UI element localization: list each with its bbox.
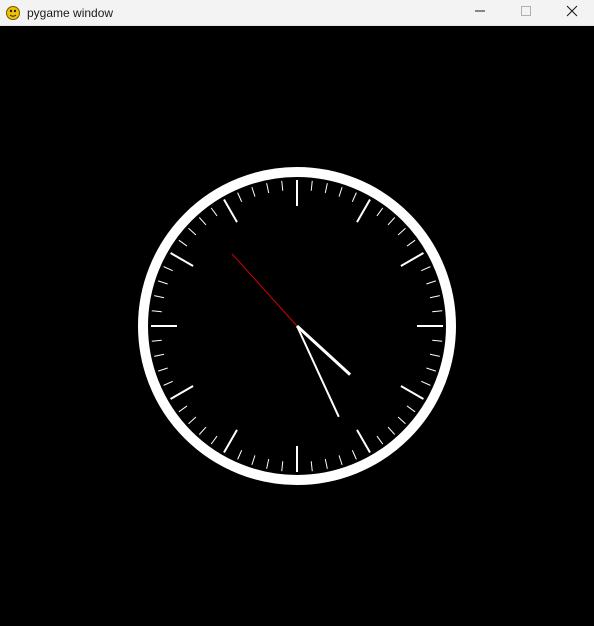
hour-tick (170, 252, 194, 267)
hour-hand (295, 324, 352, 376)
minute-tick (426, 280, 437, 285)
minute-tick (426, 367, 437, 372)
pygame-icon (5, 5, 21, 21)
hour-tick (223, 429, 238, 453)
minute-tick (157, 367, 168, 372)
minute-tick (397, 416, 406, 425)
minute-tick (324, 458, 328, 469)
window-title: pygame window (27, 5, 114, 20)
minute-tick (351, 192, 357, 202)
minimize-button[interactable] (457, 0, 503, 26)
minute-tick (188, 227, 197, 236)
minute-tick (163, 380, 173, 386)
minute-tick (198, 426, 207, 435)
analog-clock (138, 167, 456, 485)
minute-tick (421, 380, 431, 386)
minute-tick (310, 461, 313, 472)
minute-tick (351, 450, 357, 460)
maximize-button[interactable] (503, 0, 549, 26)
window-controls (457, 0, 594, 26)
hour-tick (223, 199, 238, 223)
minute-tick (432, 310, 443, 313)
minute-tick (376, 207, 384, 217)
minute-tick (198, 217, 207, 226)
minute-tick (281, 461, 284, 472)
title-bar[interactable]: pygame window (0, 0, 594, 26)
maximize-icon (520, 4, 532, 22)
minute-tick (151, 339, 162, 342)
minute-tick (397, 227, 406, 236)
minute-tick (266, 458, 270, 469)
hour-tick (356, 429, 371, 453)
minute-tick (421, 266, 431, 272)
minute-tick (266, 183, 270, 194)
minute-tick (406, 405, 416, 413)
minute-tick (237, 450, 243, 460)
minute-tick (163, 266, 173, 272)
game-canvas[interactable] (0, 26, 594, 626)
minute-tick (178, 239, 188, 247)
close-button[interactable] (549, 0, 594, 26)
minimize-icon (474, 4, 486, 22)
minute-tick (251, 186, 256, 197)
minute-tick (338, 186, 343, 197)
minute-tick (432, 339, 443, 342)
minute-tick (154, 295, 165, 299)
minute-tick (376, 435, 384, 445)
hour-tick (356, 199, 371, 223)
pygame-window: pygame window (0, 0, 594, 626)
minute-tick (338, 455, 343, 466)
minute-tick (251, 455, 256, 466)
minute-tick (154, 353, 165, 357)
close-icon (566, 4, 578, 22)
minute-tick (387, 217, 396, 226)
minute-tick (281, 180, 284, 191)
minute-tick (151, 310, 162, 313)
minute-tick (429, 353, 440, 357)
hour-tick (400, 252, 424, 267)
minute-tick (406, 239, 416, 247)
minute-tick (429, 295, 440, 299)
minute-tick (324, 183, 328, 194)
minute-tick (210, 435, 218, 445)
hour-tick (400, 385, 424, 400)
minute-tick (157, 280, 168, 285)
minute-tick (210, 207, 218, 217)
minute-tick (237, 192, 243, 202)
minute-tick (188, 416, 197, 425)
minute-tick (178, 405, 188, 413)
second-hand (231, 253, 298, 327)
minute-tick (310, 180, 313, 191)
hour-tick (170, 385, 194, 400)
minute-hand (296, 325, 340, 418)
minute-tick (387, 426, 396, 435)
